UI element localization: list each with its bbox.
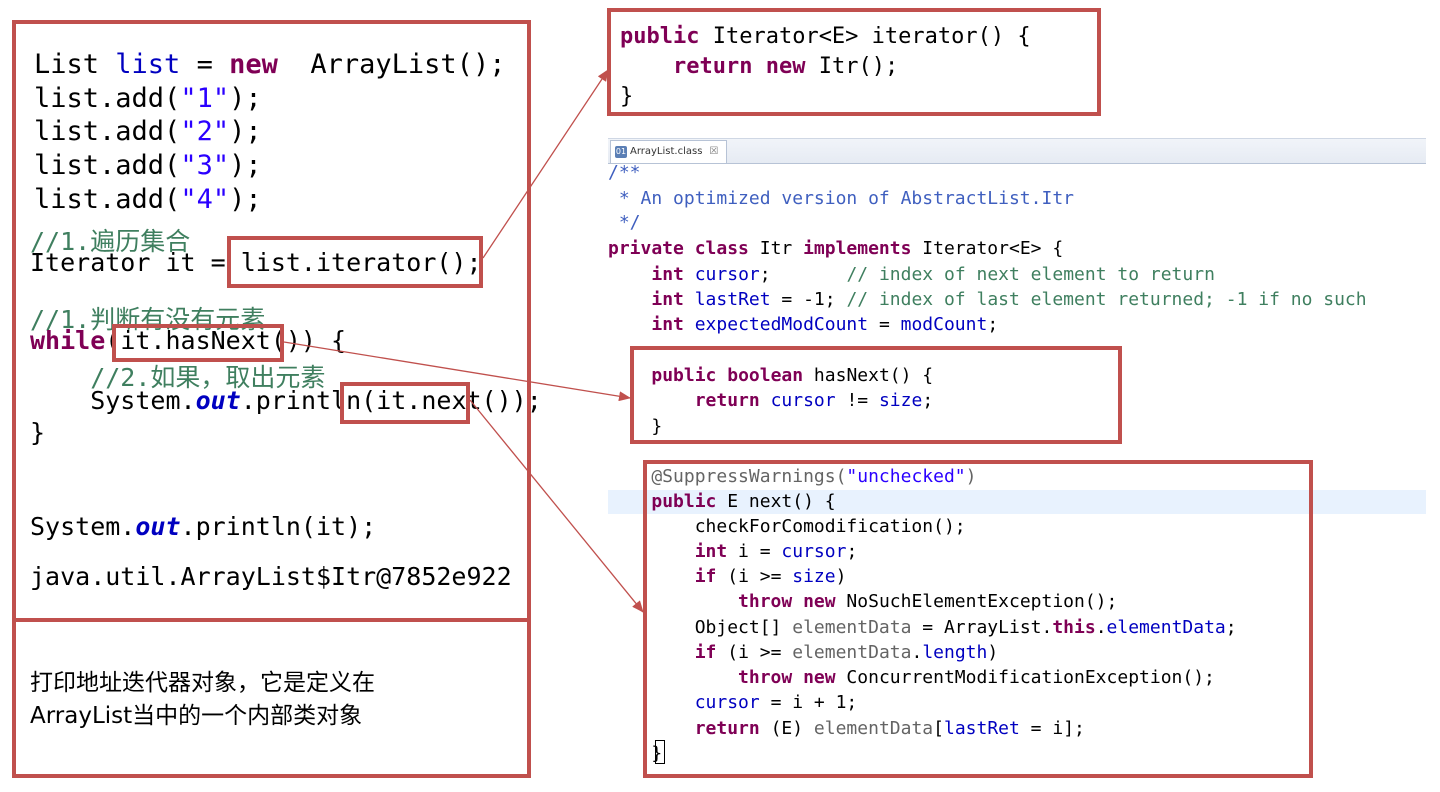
tab-arraylist-class[interactable]: 01 ArrayList.class ☒ bbox=[610, 140, 728, 163]
code-line: list.add("2"); bbox=[34, 116, 262, 147]
code-token: /** bbox=[608, 162, 641, 183]
editor-tab-bar: 01 ArrayList.class ☒ bbox=[608, 138, 1426, 164]
code-token: = bbox=[868, 314, 901, 335]
highlight-list-iterator bbox=[227, 236, 483, 288]
code-token: int bbox=[651, 314, 684, 335]
code-token: lastRet bbox=[694, 289, 771, 310]
code-line: /** bbox=[608, 162, 641, 183]
code-token: expectedModCount bbox=[694, 314, 869, 335]
close-icon[interactable]: ☒ bbox=[709, 141, 718, 163]
code-token: while bbox=[30, 326, 106, 355]
next-method-frame bbox=[643, 460, 1313, 778]
code-token: = bbox=[180, 49, 230, 80]
code-token: out bbox=[135, 512, 181, 541]
code-token: System. bbox=[30, 512, 136, 541]
code-token: ; bbox=[987, 314, 999, 335]
code-token: Iterator<E> { bbox=[911, 238, 1064, 259]
code-line: * An optimized version of AbstractList.I… bbox=[608, 188, 1074, 209]
hasnext-method-frame bbox=[630, 346, 1122, 444]
code-token: class bbox=[694, 238, 749, 259]
code-line: */ bbox=[608, 212, 641, 233]
code-token: "4" bbox=[180, 184, 230, 215]
code-token: list.add( bbox=[34, 83, 181, 114]
code-token: int bbox=[651, 289, 684, 310]
code-line: public Iterator<E> iterator() { bbox=[620, 24, 1031, 49]
code-token: ArrayList(); bbox=[277, 49, 506, 80]
code-line: return new Itr(); bbox=[620, 54, 898, 79]
code-line: list.add("3"); bbox=[34, 150, 262, 181]
note-text: 打印地址迭代器对象，它是定义在 ArrayList当中的一个内部类对象 bbox=[30, 670, 375, 729]
code-token: List bbox=[34, 49, 116, 80]
code-line: int expectedModCount = modCount; bbox=[608, 314, 998, 335]
code-token: // index of next element to return bbox=[846, 264, 1215, 285]
code-token: cursor bbox=[694, 264, 760, 285]
code-line: int lastRet = -1; // index of last eleme… bbox=[608, 289, 1367, 310]
code-token: private bbox=[608, 238, 684, 259]
highlight-next bbox=[340, 382, 470, 424]
code-token: new bbox=[229, 49, 278, 80]
code-line: int cursor; // index of next element to … bbox=[608, 264, 1215, 285]
code-token: public bbox=[620, 24, 700, 49]
code-token: ); bbox=[229, 83, 262, 114]
code-token: out bbox=[195, 386, 241, 415]
code-token: ; bbox=[759, 264, 847, 285]
code-line: private class Itr implements Iterator<E>… bbox=[608, 238, 1063, 259]
code-token: .println(it); bbox=[180, 512, 377, 541]
code-token: = -1; bbox=[770, 289, 847, 310]
class-file-icon: 01 bbox=[615, 146, 627, 158]
code-token: Itr bbox=[748, 238, 804, 259]
code-token: */ bbox=[608, 212, 641, 233]
code-token: "3" bbox=[180, 150, 230, 181]
code-token: new bbox=[765, 54, 806, 79]
code-token: ); bbox=[229, 116, 262, 147]
code-token: java.util.ArrayList$Itr@7852e922 bbox=[30, 562, 512, 591]
code-line: java.util.ArrayList$Itr@7852e922 bbox=[30, 562, 512, 591]
code-token: ); bbox=[229, 184, 262, 215]
code-token: return bbox=[672, 54, 753, 79]
code-line: List list = new ArrayList(); bbox=[34, 49, 505, 80]
code-line: } bbox=[30, 418, 45, 447]
code-token: } bbox=[30, 418, 46, 447]
code-token: list.add( bbox=[34, 150, 181, 181]
code-token: Iterator<E> iterator() { bbox=[699, 24, 1031, 49]
code-token: "1" bbox=[180, 83, 230, 114]
code-token: list bbox=[115, 49, 181, 80]
code-line: list.add("4"); bbox=[34, 184, 262, 215]
code-line: list.add("1"); bbox=[34, 83, 262, 114]
code-token: implements bbox=[803, 238, 912, 259]
code-token: // index of last element returned; -1 if… bbox=[846, 289, 1367, 310]
code-token: list.add( bbox=[34, 116, 181, 147]
code-token: * An optimized version of AbstractList.I… bbox=[608, 188, 1074, 209]
code-line: System.out.println(it); bbox=[30, 512, 376, 541]
code-token: "2" bbox=[180, 116, 230, 147]
code-line: } bbox=[620, 84, 633, 109]
code-token: list.add( bbox=[34, 184, 181, 215]
code-token: ); bbox=[229, 150, 262, 181]
code-token: int bbox=[651, 264, 684, 285]
highlight-hasnext bbox=[112, 324, 284, 362]
code-token: Itr(); bbox=[805, 54, 899, 79]
code-token: System. bbox=[30, 386, 196, 415]
code-token: modCount bbox=[900, 314, 988, 335]
tab-label: ArrayList.class bbox=[630, 146, 703, 157]
code-token: } bbox=[620, 84, 634, 109]
